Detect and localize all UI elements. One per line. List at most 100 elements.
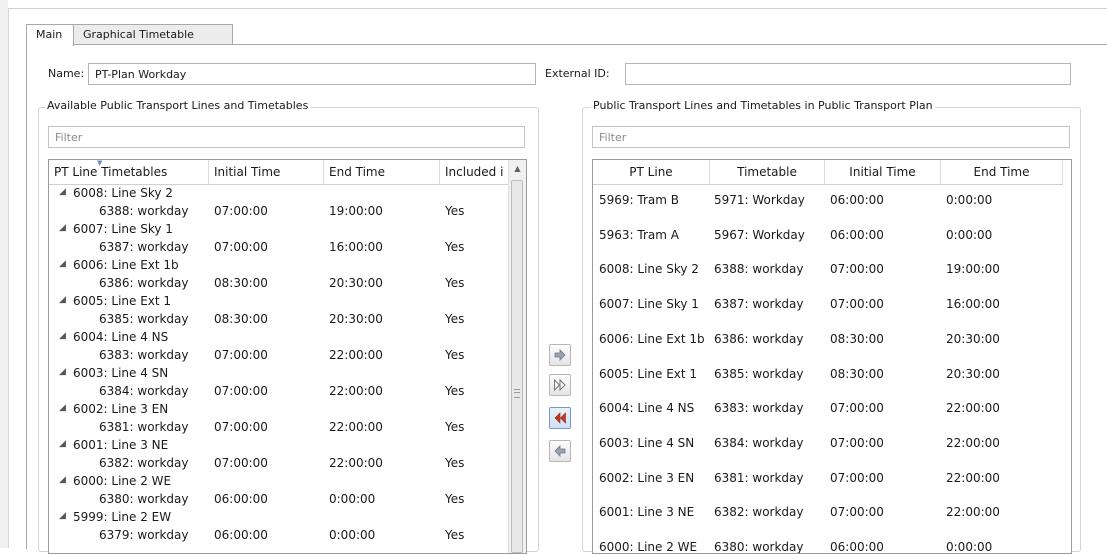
cell-included: Yes xyxy=(445,492,465,506)
tree-node-line[interactable]: 6002: Line 3 EN xyxy=(73,402,168,416)
cell-timetable: 6388: workday xyxy=(714,262,804,277)
cell-pt-line[interactable]: 6000: Line 2 WE xyxy=(599,540,697,553)
cell-timetable: 6385: workday xyxy=(714,366,804,381)
cell-plan-end-time: 22:00:00 xyxy=(946,470,1000,485)
cell-initial-time: 07:00:00 xyxy=(214,384,268,398)
tree-node-line[interactable]: 6004: Line 4 NS xyxy=(73,330,168,344)
cell-plan-initial-time: 07:00:00 xyxy=(830,470,884,485)
tree-expand-icon[interactable]: ◢ xyxy=(59,187,66,197)
add-selected-button[interactable] xyxy=(549,344,571,366)
available-lines-grid: ▼ PT Line Timetables Initial Time End Ti… xyxy=(48,159,527,554)
cell-plan-initial-time: 08:30:00 xyxy=(830,331,884,346)
tab-main[interactable]: Main xyxy=(26,24,74,46)
cell-pt-line[interactable]: 6003: Line 4 SN xyxy=(599,436,694,450)
tree-node-line[interactable]: 6003: Line 4 SN xyxy=(73,366,168,380)
tree-expand-icon[interactable]: ◢ xyxy=(59,367,66,377)
cell-end-time: 19:00:00 xyxy=(329,204,383,218)
external-id-label: External ID: xyxy=(545,67,610,80)
cell-pt-line[interactable]: 6002: Line 3 EN xyxy=(599,471,694,485)
cell-pt-line[interactable]: 5963: Tram A xyxy=(599,228,679,242)
tree-expand-icon[interactable]: ◢ xyxy=(59,331,66,341)
col-header-pt-line-timetables[interactable]: ▼ PT Line Timetables xyxy=(49,160,209,184)
tree-expand-icon[interactable]: ◢ xyxy=(59,295,66,305)
external-id-input[interactable] xyxy=(625,63,1071,85)
tree-node-line[interactable]: 6000: Line 2 WE xyxy=(73,474,171,488)
available-filter-input[interactable] xyxy=(48,126,525,148)
tree-node-line[interactable]: 6001: Line 3 NE xyxy=(73,438,168,452)
cell-pt-line[interactable]: 6004: Line 4 NS xyxy=(599,401,694,415)
remove-all-button[interactable] xyxy=(549,407,571,429)
cell-pt-line[interactable]: 6006: Line Ext 1b xyxy=(599,332,705,346)
window-top-edge xyxy=(8,0,1107,9)
tree-leaf-timetable[interactable]: 6385: workday xyxy=(99,312,189,326)
cell-pt-line[interactable]: 6001: Line 3 NE xyxy=(599,505,694,519)
tree-node-line[interactable]: 6006: Line Ext 1b xyxy=(73,258,179,272)
available-grid-scrollbar[interactable]: ▲ xyxy=(508,160,526,553)
tree-expand-icon[interactable]: ◢ xyxy=(59,223,66,233)
cell-plan-end-time: 20:30:00 xyxy=(946,331,1000,346)
cell-pt-line[interactable]: 6008: Line Sky 2 xyxy=(599,262,699,276)
cell-plan-initial-time: 07:00:00 xyxy=(830,401,884,416)
cell-plan-initial-time: 06:00:00 xyxy=(830,540,884,554)
col-header-plan-end-time[interactable]: End Time xyxy=(941,160,1063,184)
tree-node-line[interactable]: 5999: Line 2 EW xyxy=(73,510,171,524)
cell-timetable: 6387: workday xyxy=(714,297,804,312)
cell-timetable: 5967: Workday xyxy=(714,227,805,242)
cell-included: Yes xyxy=(445,312,465,326)
cell-plan-end-time: 0:00:00 xyxy=(946,193,993,207)
col-header-initial-time[interactable]: Initial Time xyxy=(209,160,324,184)
cell-initial-time: 06:00:00 xyxy=(214,528,268,542)
cell-end-time: 16:00:00 xyxy=(329,240,383,254)
tree-expand-icon[interactable]: ◢ xyxy=(59,511,66,521)
col-header-included[interactable]: Included i xyxy=(440,160,511,184)
scrollbar-thumb[interactable] xyxy=(511,180,523,553)
tree-node-line[interactable]: 6008: Line Sky 2 xyxy=(73,186,173,200)
cell-initial-time: 07:00:00 xyxy=(214,348,268,362)
tree-leaf-timetable[interactable]: 6382: workday xyxy=(99,456,189,470)
cell-pt-line[interactable]: 6007: Line Sky 1 xyxy=(599,297,699,311)
tree-expand-icon[interactable]: ◢ xyxy=(59,403,66,413)
cell-end-time: 20:30:00 xyxy=(329,276,383,290)
tree-leaf-timetable[interactable]: 6380: workday xyxy=(99,492,189,506)
cell-end-time: 22:00:00 xyxy=(329,348,383,362)
cell-included: Yes xyxy=(445,420,465,434)
cell-pt-line[interactable]: 5969: Tram B xyxy=(599,193,679,207)
tree-leaf-timetable[interactable]: 6383: workday xyxy=(99,348,189,362)
tree-leaf-timetable[interactable]: 6379: workday xyxy=(99,528,189,542)
plan-filter-input[interactable] xyxy=(592,126,1070,148)
cell-plan-end-time: 20:30:00 xyxy=(946,366,1000,381)
cell-pt-line[interactable]: 6005: Line Ext 1 xyxy=(599,367,697,381)
tree-leaf-timetable[interactable]: 6386: workday xyxy=(99,276,189,290)
col-header-plan-initial-time[interactable]: Initial Time xyxy=(825,160,941,184)
tree-expand-icon[interactable]: ◢ xyxy=(59,439,66,449)
col-header-timetable[interactable]: Timetable xyxy=(710,160,825,184)
cell-plan-end-time: 22:00:00 xyxy=(946,435,1000,450)
cell-end-time: 0:00:00 xyxy=(329,528,376,542)
tree-leaf-timetable[interactable]: 6388: workday xyxy=(99,204,189,218)
cell-included: Yes xyxy=(445,456,465,470)
cell-end-time: 22:00:00 xyxy=(329,384,383,398)
tree-node-line[interactable]: 6007: Line Sky 1 xyxy=(73,222,173,236)
remove-selected-button[interactable] xyxy=(549,440,571,462)
tree-expand-icon[interactable]: ◢ xyxy=(59,259,66,269)
col-header-end-time[interactable]: End Time xyxy=(324,160,440,184)
cell-plan-initial-time: 07:00:00 xyxy=(830,262,884,277)
tab-graphical-timetable[interactable]: Graphical Timetable xyxy=(73,24,233,44)
tree-expand-icon[interactable]: ◢ xyxy=(59,475,66,485)
tree-leaf-timetable[interactable]: 6387: workday xyxy=(99,240,189,254)
plan-lines-title: Public Transport Lines and Timetables in… xyxy=(591,99,935,112)
tree-node-line[interactable]: 6005: Line Ext 1 xyxy=(73,294,171,308)
cell-included: Yes xyxy=(445,276,465,290)
tree-leaf-timetable[interactable]: 6381: workday xyxy=(99,420,189,434)
add-all-button[interactable] xyxy=(549,374,571,396)
double-arrow-right-icon xyxy=(554,378,566,392)
tree-leaf-timetable[interactable]: 6384: workday xyxy=(99,384,189,398)
name-input[interactable] xyxy=(88,63,536,85)
cell-initial-time: 07:00:00 xyxy=(214,240,268,254)
plan-lines-grid: PT Line Timetable Initial Time End Time … xyxy=(592,159,1072,554)
col-header-pt-line[interactable]: PT Line xyxy=(593,160,710,184)
available-grid-header: ▼ PT Line Timetables Initial Time End Ti… xyxy=(49,160,511,185)
cell-plan-end-time: 22:00:00 xyxy=(946,401,1000,416)
scroll-up-icon[interactable]: ▲ xyxy=(509,160,526,177)
arrow-right-icon xyxy=(554,349,566,361)
